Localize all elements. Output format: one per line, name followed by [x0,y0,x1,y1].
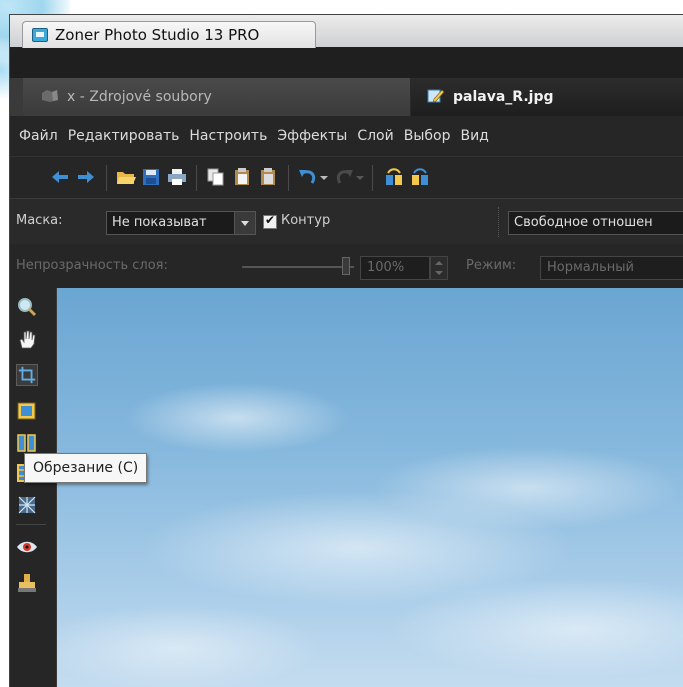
mask-dropdown-value: Не показыват [112,215,207,230]
chevron-down-icon [234,212,255,234]
opacity-slider-track[interactable] [242,266,354,268]
open-folder-icon[interactable] [116,167,136,187]
blend-mode-dropdown[interactable]: Нормальный [540,256,683,280]
undo-icon[interactable] [298,167,318,187]
menu-view[interactable]: Вид [455,116,493,156]
save-icon[interactable] [141,167,161,187]
stamp-icon[interactable] [16,572,38,594]
options-grip [498,207,503,237]
hand-icon[interactable] [16,328,38,350]
straighten-icon[interactable] [16,432,38,454]
redo-dropdown-icon[interactable] [354,167,366,187]
toolbox-separator [16,524,46,525]
crop-tooltip: Обрезание (C) [24,453,148,483]
toolbar-separator [106,165,107,191]
tool-palette [10,288,57,687]
tab-label: x - Zdrojové soubory [67,89,212,105]
menu-edit[interactable]: Редактировать [63,116,185,156]
image-canvas[interactable] [57,288,683,687]
menu-effects[interactable]: Эффекты [272,116,352,156]
outline-checkbox[interactable] [263,213,277,229]
undo-dropdown-icon[interactable] [318,167,330,187]
menu-bar: Файл Редактировать Настроить Эффекты Слой Выб… [10,116,683,156]
mask-dropdown[interactable]: Не показыват [106,211,256,235]
paste-icon[interactable] [232,167,252,187]
layer-opacity-label: Непрозрачность слоя: [16,258,168,273]
document-tabs: x - Zdrojové soubory palava_R.jpg [10,78,683,116]
ratio-dropdown[interactable]: Свободное отношен [508,211,683,235]
forward-arrow-icon[interactable] [76,167,96,187]
tab-source-files[interactable]: x - Zdrojové soubory [23,78,411,116]
main-toolbar [10,156,683,199]
toolbar-separator [196,165,197,191]
opacity-input[interactable]: 100% [360,256,430,280]
blend-mode-value: Нормальный [547,260,634,275]
ratio-dropdown-value: Свободное отношен [514,215,653,230]
window-title: Zoner Photo Studio 13 PRO [55,26,260,44]
zoom-icon[interactable] [16,296,38,318]
toolbar-separator [288,165,289,191]
select-rect-icon[interactable] [16,400,38,422]
menu-layer[interactable]: Слой [352,116,398,156]
copy-icon[interactable] [206,167,226,187]
app-logo-icon [32,28,48,42]
opacity-spinner[interactable] [430,256,448,280]
mask-label: Маска: [16,213,63,228]
opacity-value: 100% [367,260,405,275]
mode-label: Режим: [466,258,517,273]
toolbar-separator [372,165,373,191]
back-arrow-icon[interactable] [50,167,70,187]
browser-folder-icon [42,90,58,102]
rotate-right-icon[interactable] [410,167,430,187]
menu-file[interactable]: Файл [14,116,63,156]
rotate-left-icon[interactable] [384,167,404,187]
print-icon[interactable] [167,167,187,187]
tab-palava-image[interactable]: palava_R.jpg [411,78,683,116]
redo-icon[interactable] [334,167,354,187]
effect-brush-icon[interactable] [16,494,38,516]
tab-label: palava_R.jpg [453,89,554,105]
red-eye-icon[interactable] [16,536,38,558]
title-tab: Zoner Photo Studio 13 PRO [22,21,316,48]
crop-icon[interactable] [16,364,38,386]
tool-options-bar: Маска: Не показыват Контур Свободное отн… [10,198,683,245]
app-window: Zoner Photo Studio 13 PRO x - Zdrojové s… [9,14,683,687]
opacity-slider-handle[interactable] [342,257,350,275]
menu-select[interactable]: Выбор [399,116,456,156]
menu-adjust[interactable]: Настроить [184,116,272,156]
title-bar: Zoner Photo Studio 13 PRO [10,15,683,48]
edit-document-icon [427,89,445,103]
paste-special-icon[interactable] [258,167,278,187]
outline-label: Контур [281,213,331,228]
layer-options-bar: Непрозрачность слоя: 100% Режим: Нормаль… [10,244,683,288]
